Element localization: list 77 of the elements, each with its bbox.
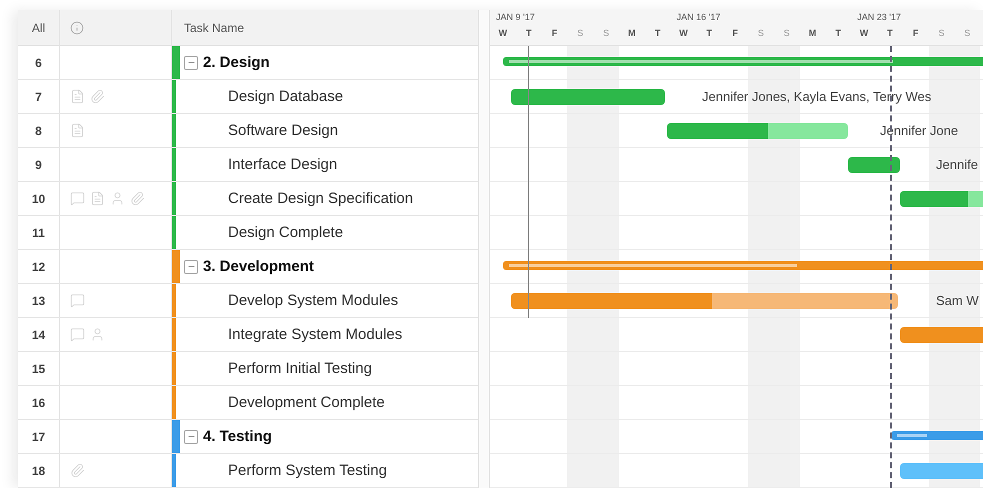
- person-icon[interactable]: [90, 327, 105, 342]
- comment-icon[interactable]: [70, 327, 85, 342]
- row-number: 17: [32, 430, 46, 444]
- day-label: W: [678, 28, 689, 40]
- task-name: Create Design Specification: [228, 190, 414, 207]
- task-name: Software Design: [228, 122, 338, 139]
- day-label: T: [886, 28, 894, 40]
- row-number: 11: [32, 226, 45, 240]
- collapse-toggle[interactable]: [184, 260, 198, 274]
- day-label: T: [834, 28, 842, 40]
- row-number: 13: [32, 294, 46, 308]
- row-number: 7: [35, 90, 42, 104]
- day-label: S: [782, 28, 791, 40]
- section-name: 3. Development: [203, 258, 314, 275]
- week-label: JAN 16 '17: [676, 12, 722, 24]
- task-name: Design Complete: [228, 224, 344, 241]
- day-label: S: [576, 28, 584, 40]
- task-name: Design Database: [228, 88, 344, 105]
- task-name: Interface Design: [228, 156, 338, 173]
- row-number: 9: [35, 158, 42, 172]
- task-name: Perform System Testing: [228, 462, 387, 479]
- task-name: Integrate System Modules: [228, 326, 402, 343]
- task-name: Development Complete: [228, 394, 385, 411]
- note-icon[interactable]: [90, 191, 105, 206]
- row-number: 12: [32, 260, 46, 274]
- note-icon[interactable]: [70, 89, 85, 104]
- day-label: S: [937, 28, 946, 40]
- collapse-toggle[interactable]: [184, 430, 198, 444]
- comment-icon[interactable]: [70, 191, 85, 206]
- note-icon[interactable]: [70, 123, 85, 138]
- row-number: 14: [32, 328, 46, 342]
- task-name: Develop System Modules: [228, 292, 398, 309]
- day-label: F: [731, 28, 739, 40]
- row-number: 10: [32, 192, 46, 206]
- assignee-label: Jennifer Jones, Kayla Evans, Terry Wes: [702, 89, 932, 104]
- paperclip-icon[interactable]: [130, 191, 145, 206]
- summary-bar[interactable]: [891, 431, 983, 440]
- summary-bar[interactable]: [503, 261, 983, 270]
- row-number: 16: [32, 396, 46, 410]
- collapse-toggle[interactable]: [184, 56, 198, 70]
- row-number: 6: [35, 56, 42, 70]
- day-label: S: [756, 28, 765, 40]
- assignee-label: Sam W: [936, 293, 979, 308]
- day-label: T: [654, 28, 662, 40]
- task-bar[interactable]: [900, 191, 983, 207]
- day-label: S: [602, 28, 610, 40]
- task-bar[interactable]: [848, 157, 900, 173]
- section-name: 2. Design: [203, 54, 270, 71]
- splitter-handle[interactable]: [478, 10, 490, 488]
- day-label: W: [858, 28, 870, 40]
- row-number: 8: [35, 124, 42, 138]
- day-label: W: [498, 28, 508, 40]
- assignee-label: Jennifer Jone: [880, 123, 958, 138]
- person-icon[interactable]: [110, 191, 125, 206]
- day-label: M: [627, 28, 637, 40]
- week-label: JAN 9 '17: [495, 12, 536, 24]
- task-name: Perform Initial Testing: [228, 360, 372, 377]
- row-number: 18: [32, 464, 46, 478]
- assignee-label: Jennife: [936, 157, 978, 172]
- summary-bar[interactable]: [503, 57, 983, 66]
- row-number: 15: [32, 362, 46, 376]
- day-label: F: [550, 28, 558, 40]
- comment-icon[interactable]: [70, 293, 85, 308]
- column-header[interactable]: All: [32, 20, 46, 34]
- day-label: F: [912, 28, 920, 40]
- paperclip-icon[interactable]: [90, 89, 105, 104]
- day-label: S: [963, 28, 972, 40]
- task-bar[interactable]: [667, 123, 848, 139]
- day-label: T: [706, 28, 714, 40]
- info-icon: [70, 20, 84, 34]
- task-bar[interactable]: [511, 293, 898, 309]
- day-label: M: [808, 28, 818, 40]
- section-name: 4. Testing: [203, 428, 272, 445]
- paperclip-icon[interactable]: [70, 463, 85, 478]
- column-header[interactable]: Task Name: [184, 20, 244, 34]
- day-label: T: [524, 28, 532, 40]
- week-label: JAN 23 '17: [856, 12, 902, 24]
